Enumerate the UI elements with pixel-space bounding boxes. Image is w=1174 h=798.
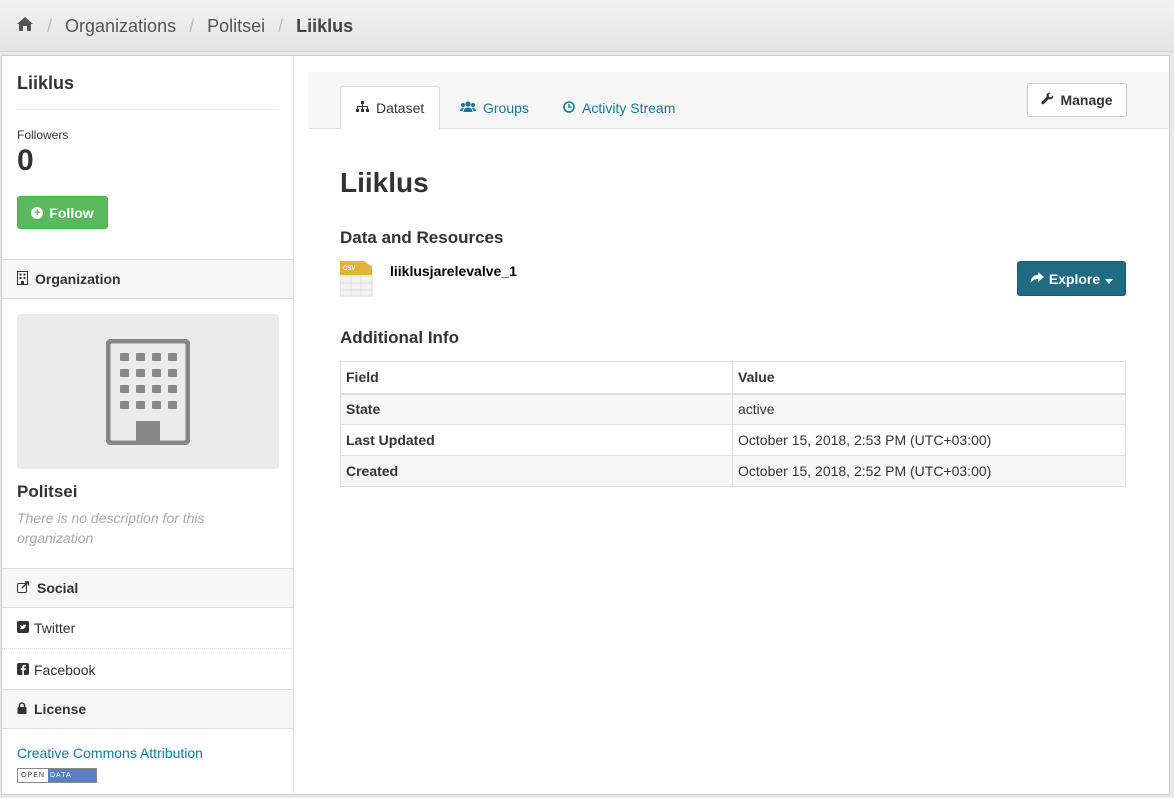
page-wrapper: Liiklus Followers 0 + Follow Organizatio…	[1, 55, 1170, 795]
badge-left: OPEN	[18, 769, 48, 782]
twitter-icon	[17, 620, 29, 636]
page-title: Liiklus	[340, 167, 429, 198]
breadcrumb-separator: /	[278, 16, 284, 36]
organization-description: There is no description for this organiz…	[17, 510, 205, 546]
home-icon[interactable]	[16, 16, 34, 37]
social-heading: Social	[2, 568, 293, 608]
table-row: Last Updated October 15, 2018, 2:53 PM (…	[340, 424, 1126, 456]
breadcrumb-organizations[interactable]: Organizations	[65, 16, 176, 37]
divider	[17, 109, 278, 110]
license-heading: License	[2, 689, 293, 729]
manage-button[interactable]: Manage	[1027, 83, 1127, 117]
share-icon	[17, 580, 30, 596]
table-header-field: Field	[340, 361, 733, 395]
additional-info-table: Field Value State active Last Updated Oc…	[340, 361, 1126, 487]
share-arrow-icon	[1030, 271, 1044, 287]
sidebar: Liiklus Followers 0 + Follow Organizatio…	[2, 56, 294, 794]
facebook-icon	[17, 662, 29, 678]
table-header-row: Field Value	[340, 361, 1126, 395]
resource-link[interactable]: liiklusjarelevalve_1	[390, 263, 517, 279]
wrench-icon	[1041, 92, 1054, 108]
lock-icon	[17, 701, 27, 717]
follow-button-label: Follow	[49, 204, 94, 221]
table-cell-value: October 15, 2018, 2:52 PM (UTC+03:00)	[732, 455, 1126, 487]
explore-button-label: Explore	[1048, 270, 1101, 287]
table-cell-value: active	[732, 393, 1126, 425]
organization-name: Politsei	[17, 482, 78, 501]
breadcrumb-separator: /	[47, 16, 53, 36]
users-icon	[460, 100, 476, 116]
building-placeholder-icon	[106, 338, 190, 445]
breadcrumb-politsei[interactable]: Politsei	[207, 16, 265, 37]
facebook-link-label: Facebook	[34, 661, 96, 678]
tab-activity-stream[interactable]: Activity Stream	[548, 86, 690, 129]
social-heading-label: Social	[37, 580, 79, 596]
followers-count: 0	[17, 144, 34, 177]
twitter-link-label: Twitter	[34, 620, 76, 636]
table-cell-field: Last Updated	[340, 424, 733, 456]
organization-image[interactable]	[17, 314, 279, 469]
table-cell-field: Created	[340, 455, 733, 487]
tab-groups-label: Groups	[483, 99, 529, 116]
license-link[interactable]: Creative Commons Attribution	[17, 745, 203, 761]
organization-heading-label: Organization	[35, 271, 121, 287]
manage-button-label: Manage	[1060, 92, 1113, 108]
explore-button[interactable]: Explore	[1017, 261, 1126, 296]
tab-dataset[interactable]: Dataset	[340, 86, 441, 130]
breadcrumb-separator: /	[189, 16, 195, 36]
breadcrumb: / Organizations / Politsei / Liiklus	[16, 16, 353, 37]
open-data-badge[interactable]: OPEN DATA	[17, 768, 97, 783]
data-resources-heading: Data and Resources	[340, 228, 504, 247]
breadcrumb-current[interactable]: Liiklus	[296, 16, 353, 37]
caret-down-icon	[1105, 271, 1114, 287]
building-icon	[17, 270, 28, 288]
plus-circle-icon: +	[31, 206, 44, 219]
table-cell-field: State	[340, 393, 733, 425]
additional-info-heading: Additional Info	[340, 328, 459, 347]
table-cell-value: October 15, 2018, 2:53 PM (UTC+03:00)	[732, 424, 1126, 456]
tab-activity-stream-label: Activity Stream	[582, 99, 676, 116]
sidebar-title: Liiklus	[17, 73, 75, 93]
table-row: Created October 15, 2018, 2:52 PM (UTC+0…	[340, 455, 1126, 487]
follow-button[interactable]: + Follow	[17, 196, 108, 229]
clock-icon	[563, 100, 575, 116]
license-heading-label: License	[34, 701, 87, 717]
csv-file-icon: CSV	[339, 261, 373, 300]
breadcrumb-bar: / Organizations / Politsei / Liiklus	[0, 0, 1174, 52]
social-link-twitter[interactable]: Twitter	[2, 608, 293, 649]
tab-groups[interactable]: Groups	[445, 86, 544, 129]
social-link-facebook[interactable]: Facebook	[2, 649, 293, 690]
sitemap-icon	[356, 100, 369, 116]
tab-bar: Dataset Groups Activity Stream Manage	[309, 72, 1169, 130]
main-content: Dataset Groups Activity Stream Manage Li…	[309, 72, 1169, 792]
csv-format-label: CSV	[343, 266, 355, 272]
organization-heading: Organization	[2, 259, 293, 299]
tab-dataset-label: Dataset	[376, 100, 425, 116]
followers-label: Followers	[17, 128, 69, 142]
table-row: State active	[340, 393, 1126, 425]
table-header-value: Value	[732, 361, 1126, 395]
badge-right: DATA	[48, 769, 96, 782]
